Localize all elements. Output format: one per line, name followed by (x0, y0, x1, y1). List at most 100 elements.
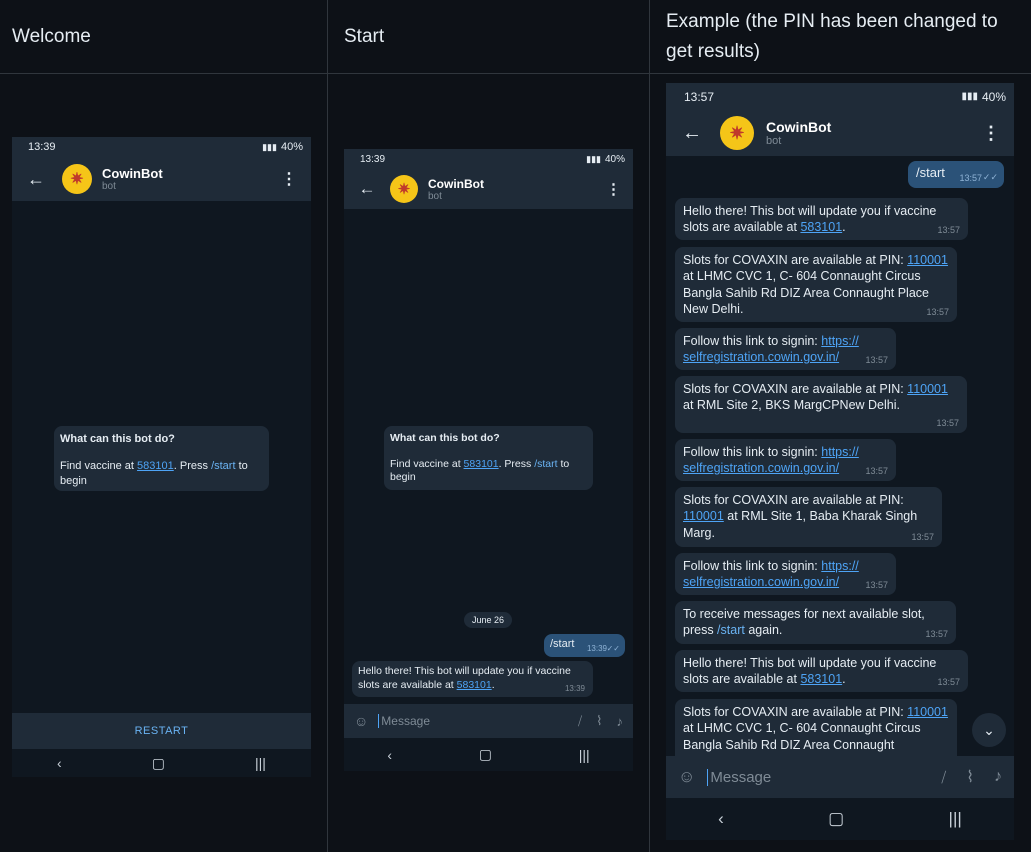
double-check-icon: ✓✓ (606, 643, 620, 653)
phone-start: 13:39 ▮▮▮ 40% ← ✷ CowinBot bot ⋮ What ca… (344, 149, 633, 771)
signal-icon: ▮▮▮ (961, 91, 978, 102)
message-input[interactable]: Message (707, 768, 941, 786)
scroll-down-button[interactable]: ⌄ (972, 713, 1006, 747)
back-arrow-icon[interactable]: ← (680, 122, 704, 145)
command-icon[interactable]: ⧸ (578, 714, 582, 729)
pin-link[interactable]: 110001 (683, 509, 724, 523)
phone-example: 13:57 ▮▮▮ 40% ← ✷ CowinBot bot ⋮ /start … (666, 83, 1014, 840)
outgoing-start-message: /start 13:39 ✓✓ (544, 634, 625, 657)
chat-title[interactable]: CowinBot bot (766, 119, 831, 147)
pin-link[interactable]: 110001 (907, 253, 948, 267)
back-arrow-icon[interactable]: ← (24, 169, 48, 190)
status-bar: 13:57 ▮▮▮ 40% (666, 83, 1014, 110)
pin-link[interactable]: 583101 (800, 220, 842, 234)
pin-link[interactable]: 110001 (907, 382, 948, 396)
battery-level: 40% (280, 141, 303, 153)
bot-subtitle: bot (428, 190, 442, 202)
start-command-link[interactable]: /start (534, 458, 557, 470)
nav-recents-icon[interactable]: ||| (255, 755, 266, 771)
pin-link[interactable]: 583101 (137, 460, 174, 472)
outgoing-start-message: /start 13:57 ✓✓ (908, 161, 1004, 188)
bot-message: Hello there! This bot will update you if… (675, 198, 968, 240)
slot-message: Slots for COVAXIN are available at PIN: … (675, 487, 942, 547)
message-time: 13:57 (865, 466, 888, 477)
command-icon[interactable]: ⧸ (941, 769, 946, 786)
chat-title[interactable]: CowinBot bot (428, 177, 484, 202)
message-time: 13:57 (926, 307, 949, 318)
column-title-welcome: Welcome (12, 26, 91, 47)
intro-text: Find vaccine at 583101. Press /start to … (390, 457, 570, 484)
phone-welcome: 13:39 ▮▮▮ 40% ← ✷ CowinBot bot ⋮ What ca… (12, 137, 311, 777)
intro-text: Find vaccine at 583101. Press /start to … (60, 460, 248, 487)
chat-title[interactable]: CowinBot bot (102, 166, 163, 192)
microphone-icon[interactable]: ♪ (994, 768, 1002, 786)
message-time: 13:57 (936, 418, 959, 429)
start-command-link[interactable]: /start (211, 460, 235, 472)
intro-title: What can this bot do? (390, 432, 500, 444)
nav-back-icon[interactable]: ‹ (387, 747, 392, 763)
attach-icon[interactable]: ⌇ (596, 713, 602, 729)
message-time: 13:57 (937, 677, 960, 688)
more-menu-icon[interactable]: ⋮ (281, 169, 311, 189)
signal-icon: ▮▮▮ (262, 141, 277, 152)
bot-subtitle: bot (766, 135, 782, 147)
signal-icon: ▮▮▮ (586, 153, 601, 164)
pin-link[interactable]: 583101 (457, 679, 492, 691)
status-indicators: ▮▮▮ 40% (586, 154, 625, 165)
message-time: 13:57 (937, 225, 960, 236)
android-nav-bar: ‹ ▢ ||| (344, 738, 633, 771)
more-menu-icon[interactable]: ⋮ (982, 123, 1014, 144)
message-time: 13:57 (865, 355, 888, 366)
nav-home-icon[interactable]: ▢ (479, 746, 492, 763)
virus-avatar-icon[interactable]: ✷ (62, 164, 92, 194)
status-indicators: ▮▮▮ 40% (961, 90, 1006, 104)
message-list: /start 13:57 ✓✓ Hello there! This bot wi… (666, 156, 1014, 759)
nav-home-icon[interactable]: ▢ (828, 809, 844, 829)
bot-name: CowinBot (766, 119, 832, 135)
bot-name: CowinBot (102, 166, 163, 181)
date-chip: June 26 (464, 612, 512, 628)
back-arrow-icon[interactable]: ← (356, 179, 378, 199)
column-title-start: Start (344, 26, 385, 47)
emoji-icon[interactable]: ☺ (678, 767, 695, 787)
attach-icon[interactable]: ⌇ (966, 767, 974, 787)
message-time: 13:57 (959, 173, 982, 184)
pin-link[interactable]: 110001 (907, 705, 948, 719)
virus-avatar-icon[interactable]: ✷ (390, 175, 418, 203)
battery-level: 40% (981, 89, 1006, 104)
nav-back-icon[interactable]: ‹ (57, 755, 62, 771)
status-bar: 13:39 ▮▮▮ 40% (12, 137, 311, 157)
restart-button[interactable]: RESTART (12, 713, 311, 749)
start-command-link[interactable]: /start (717, 623, 745, 637)
nav-back-icon[interactable]: ‹ (718, 809, 724, 829)
bot-name: CowinBot (428, 176, 484, 191)
double-check-icon: ✓✓ (982, 172, 998, 183)
battery-level: 40% (604, 153, 625, 165)
column-divider (327, 0, 328, 852)
bot-subtitle: bot (102, 181, 116, 192)
signin-link-message: Follow this link to signin: https:// sel… (675, 439, 896, 481)
pin-link[interactable]: 583101 (464, 458, 499, 470)
status-bar: 13:39 ▮▮▮ 40% (344, 149, 633, 169)
status-indicators: ▮▮▮ 40% (262, 141, 303, 153)
microphone-icon[interactable]: ♪ (617, 714, 624, 729)
emoji-icon[interactable]: ☺ (354, 713, 368, 729)
signin-link-message: Follow this link to signin: https:// sel… (675, 553, 896, 595)
chat-top-bar: ← ✷ CowinBot bot ⋮ (344, 169, 633, 209)
virus-avatar-icon[interactable]: ✷ (720, 116, 754, 150)
nav-home-icon[interactable]: ▢ (152, 755, 165, 772)
slot-message: Slots for COVAXIN are available at PIN: … (675, 376, 967, 433)
message-text: /start (916, 165, 945, 180)
nav-recents-icon[interactable]: ||| (949, 809, 962, 829)
pin-link[interactable]: 583101 (800, 672, 842, 686)
bot-intro-card: What can this bot do? Find vaccine at 58… (54, 426, 269, 491)
status-time: 13:57 (684, 89, 715, 104)
bot-intro-card: What can this bot do? Find vaccine at 58… (384, 426, 593, 490)
more-menu-icon[interactable]: ⋮ (606, 180, 633, 198)
message-input-bar: ☺ Message ⧸ ⌇ ♪ (344, 704, 633, 738)
message-input[interactable]: Message (378, 714, 578, 728)
nav-recents-icon[interactable]: ||| (579, 747, 590, 763)
message-time: 13:39 (586, 643, 607, 653)
message-time: 13:57 (911, 532, 934, 543)
bot-reply-message: Hello there! This bot will update you if… (352, 661, 593, 697)
